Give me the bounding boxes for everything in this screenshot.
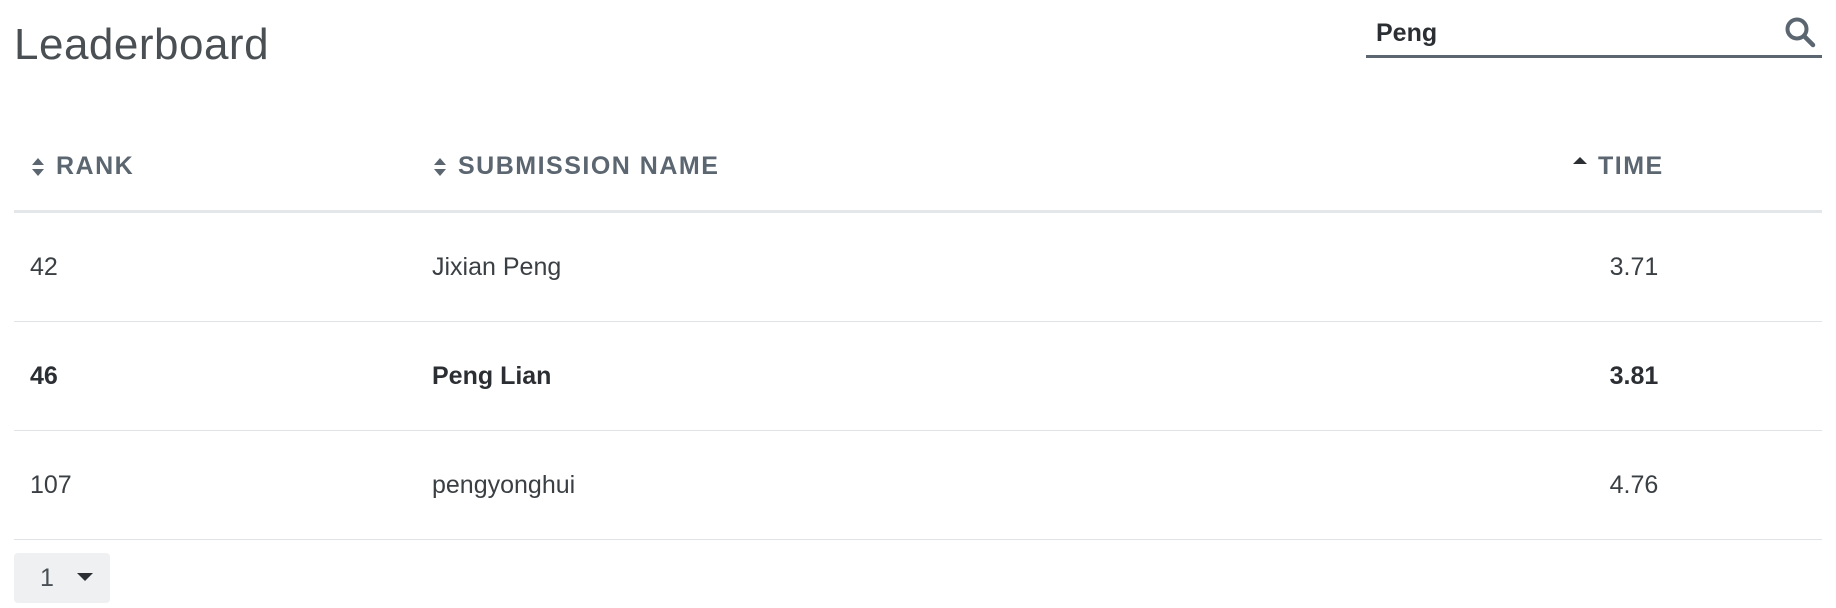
submission-name-cell: Jixian Peng <box>432 253 562 281</box>
submission-name-cell: pengyonghui <box>432 471 576 499</box>
column-header-time[interactable]: TIME <box>1572 152 1664 181</box>
search-box[interactable] <box>1366 10 1822 58</box>
search-input[interactable] <box>1376 14 1756 52</box>
column-header-submission-name-label: SUBMISSION NAME <box>458 152 720 180</box>
submission-name-cell: Peng Lian <box>432 362 552 390</box>
table-row-highlighted: 46 Peng Lian 3.81 <box>14 322 1822 431</box>
time-cell: 3.71 <box>1609 253 1659 281</box>
page-title: Leaderboard <box>14 20 270 69</box>
leaderboard-page: Leaderboard RANK <box>14 0 1822 608</box>
table-row: 42 Jixian Peng 3.71 <box>14 213 1822 322</box>
time-cell: 3.81 <box>1609 362 1659 390</box>
time-cell: 4.76 <box>1609 471 1659 499</box>
caret-down-icon <box>76 570 94 584</box>
leaderboard-table: RANK SUBMISSION NAME TIME 42 Jixian Peng… <box>14 130 1822 540</box>
rank-cell: 107 <box>30 471 72 499</box>
page-select[interactable]: 1 <box>14 553 110 603</box>
table-row: 107 pengyonghui 4.76 <box>14 431 1822 540</box>
sort-both-icon <box>30 155 46 179</box>
page-select-value: 1 <box>40 564 54 592</box>
rank-cell: 46 <box>30 362 58 390</box>
table-header: RANK SUBMISSION NAME TIME <box>14 130 1822 213</box>
column-header-time-label: TIME <box>1598 152 1664 180</box>
column-header-rank-label: RANK <box>56 152 135 180</box>
sort-both-icon <box>432 155 448 179</box>
column-header-rank[interactable]: RANK <box>30 152 134 181</box>
sort-ascending-icon <box>1572 155 1588 179</box>
search-icon[interactable] <box>1782 14 1818 50</box>
rank-cell: 42 <box>30 253 58 281</box>
column-header-submission-name[interactable]: SUBMISSION NAME <box>432 152 719 181</box>
